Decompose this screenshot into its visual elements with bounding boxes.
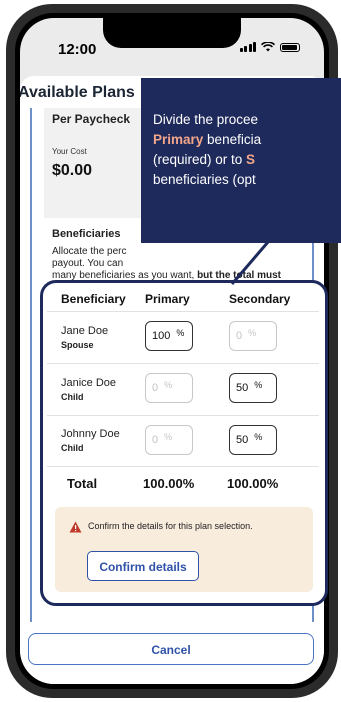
header-beneficiary: Beneficiary <box>61 292 126 306</box>
cost-label: Your Cost <box>52 147 87 156</box>
beneficiary-name: Johnny Doe <box>61 428 120 440</box>
percent-sign: % <box>176 328 185 338</box>
percent-sign: % <box>164 432 173 442</box>
signal-icon <box>239 42 256 52</box>
description-line-2: payout. You can <box>52 258 124 269</box>
confirm-panel: Confirm the details for this plan select… <box>55 507 313 592</box>
total-secondary: 100.00% <box>227 476 279 491</box>
status-time: 12:00 <box>58 41 97 58</box>
confirm-details-button[interactable]: Confirm details <box>87 551 199 581</box>
percent-sign: % <box>254 432 263 442</box>
beneficiary-table: Beneficiary Primary Secondary Jane Doe S… <box>40 280 328 606</box>
description-line-1: Allocate the perc <box>52 246 127 257</box>
secondary-value: 50 <box>236 434 249 446</box>
wifi-icon <box>261 42 275 52</box>
beneficiary-relation: Spouse <box>61 340 94 350</box>
primary-percent-input: 0% <box>145 425 193 455</box>
primary-percent-input[interactable]: 100% <box>145 321 193 351</box>
callout-tooltip: Divide the procee Primary beneficia (req… <box>141 78 341 243</box>
beneficiaries-heading: Beneficiaries <box>52 228 121 240</box>
primary-value: 0 <box>152 434 159 446</box>
battery-icon <box>280 42 300 52</box>
table-divider <box>47 415 319 416</box>
header-primary: Primary <box>145 292 190 306</box>
tooltip-secondary-letter: S <box>246 152 256 167</box>
secondary-percent-input[interactable]: 50% <box>229 425 277 455</box>
cost-value: $0.00 <box>52 162 93 179</box>
percent-sign: % <box>248 328 257 338</box>
beneficiary-relation: Child <box>61 392 84 402</box>
paycheck-label: Per Paycheck <box>52 112 131 126</box>
notch <box>103 18 241 48</box>
table-divider <box>47 311 319 312</box>
confirm-message: Confirm the details for this plan select… <box>88 521 253 531</box>
table-divider <box>47 363 319 364</box>
total-primary: 100.00% <box>143 476 195 491</box>
total-label: Total <box>67 476 98 491</box>
header-secondary: Secondary <box>229 292 291 306</box>
secondary-percent-input: 0% <box>229 321 277 351</box>
beneficiary-name: Janice Doe <box>61 377 117 389</box>
tooltip-line-4: beneficiaries (opt <box>153 172 256 187</box>
beneficiary-relation: Child <box>61 443 84 453</box>
tooltip-line-2: beneficia <box>203 132 262 147</box>
primary-value: 0 <box>152 382 159 394</box>
cancel-button[interactable]: Cancel <box>28 633 314 665</box>
percent-sign: % <box>254 380 263 390</box>
sheet-title: Available Plans <box>20 84 135 101</box>
primary-percent-input: 0% <box>145 373 193 403</box>
secondary-value: 50 <box>236 382 249 394</box>
tooltip-primary-word: Primary <box>153 132 204 147</box>
table-row: Janice Doe Child <box>61 376 116 404</box>
table-divider <box>47 466 319 467</box>
warning-icon <box>69 521 82 533</box>
secondary-percent-input[interactable]: 50% <box>229 373 277 403</box>
secondary-value: 0 <box>236 330 243 342</box>
status-icons <box>239 42 300 52</box>
tooltip-line-1: Divide the procee <box>153 112 259 127</box>
tooltip-line-3: (required) or to <box>153 152 247 167</box>
table-row: Jane Doe Spouse <box>61 324 108 352</box>
table-row: Johnny Doe Child <box>61 427 120 455</box>
callout-pointer <box>230 241 270 285</box>
primary-value: 100 <box>152 330 171 342</box>
percent-sign: % <box>164 380 173 390</box>
status-bar: 12:00 <box>20 18 324 72</box>
beneficiary-name: Jane Doe <box>61 325 109 337</box>
